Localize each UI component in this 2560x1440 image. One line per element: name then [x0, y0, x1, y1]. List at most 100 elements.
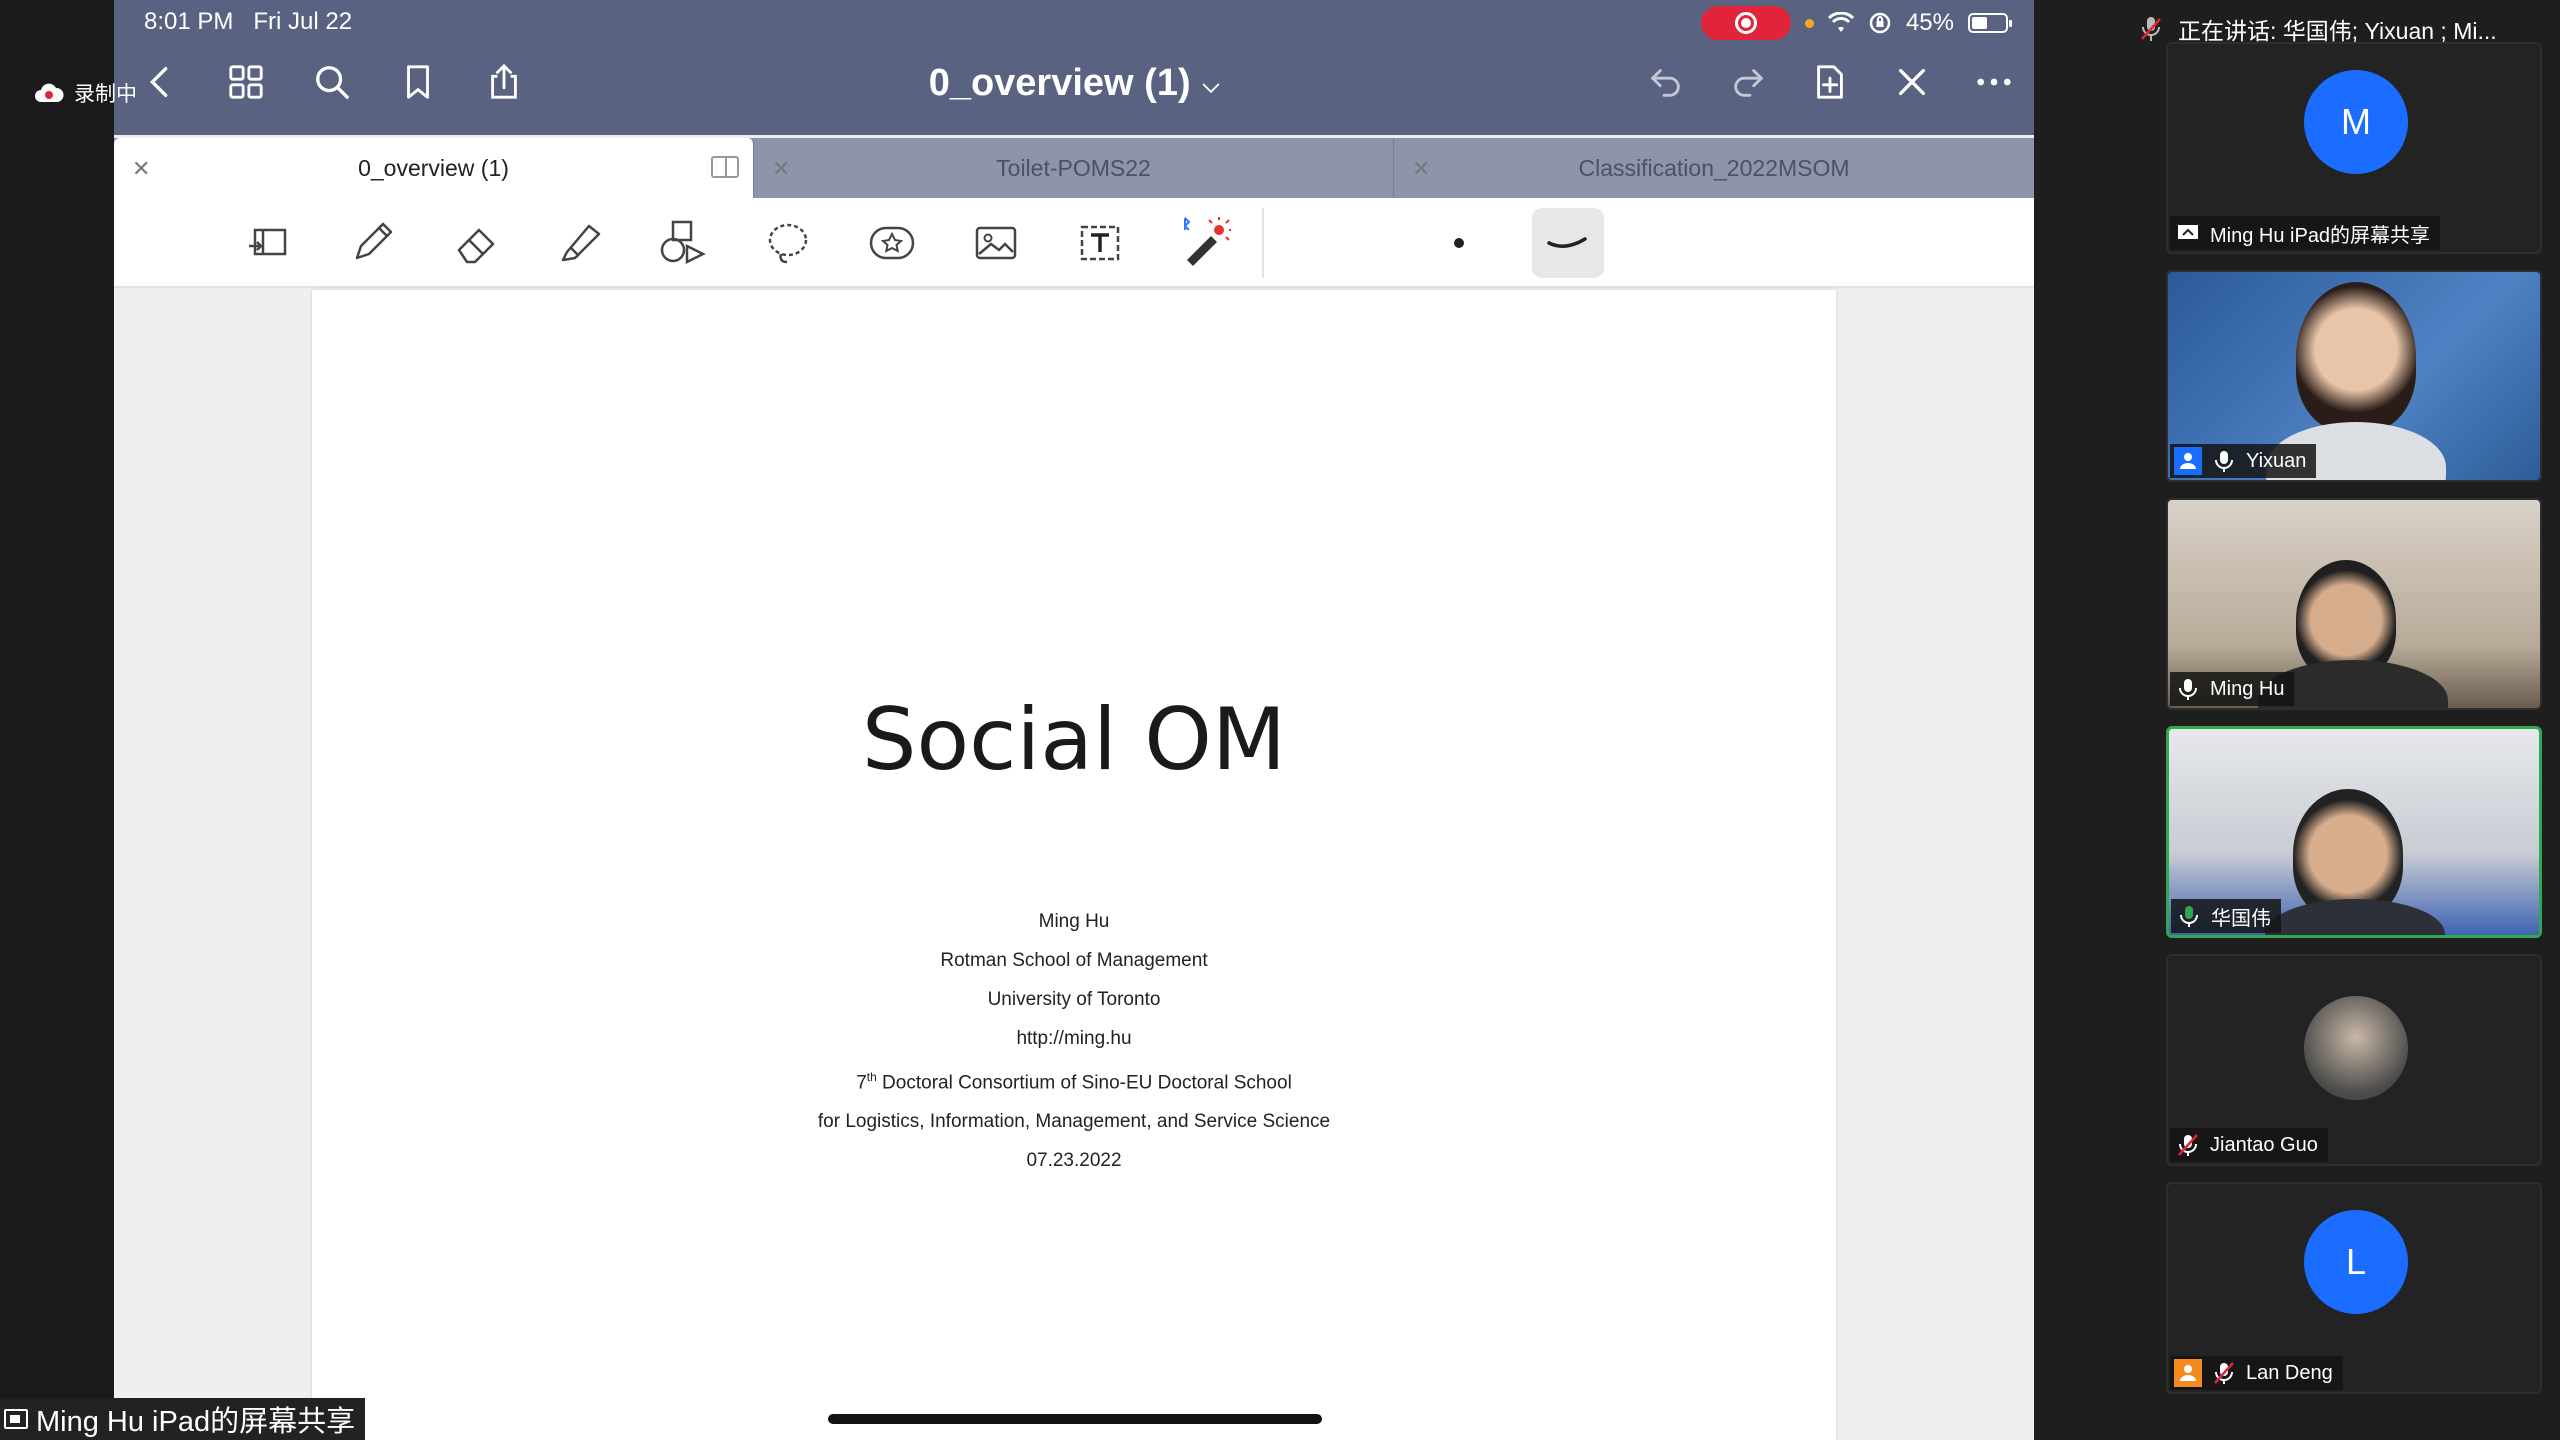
participant-name: Lan Deng [2246, 1361, 2333, 1384]
status-time: 8:01 PM [144, 8, 234, 35]
lasso-icon [768, 223, 808, 264]
close-tools-button[interactable] [1892, 62, 1932, 102]
app-toolbar: 8:01 PM Fri Jul 22 45% 0_overview (1) ⌵ [114, 0, 2034, 135]
participant-tile-jiantao-guo[interactable]: Jiantao Guo [2166, 954, 2542, 1166]
wifi-icon [1827, 12, 1854, 32]
sticker-icon [869, 226, 915, 260]
more-button[interactable] [1974, 62, 2014, 102]
participant-video-body [2265, 899, 2445, 935]
slide-school: Rotman School of Management [940, 950, 1208, 971]
shapes-icon [660, 220, 706, 265]
recording-label: 录制中 [74, 83, 137, 106]
mic-muted-icon [2141, 17, 2161, 41]
screen-share-icon [2174, 219, 2202, 247]
more-icon [1977, 78, 2011, 86]
document-title-text: 0_overview (1) [928, 62, 1191, 104]
home-indicator[interactable] [828, 1414, 1322, 1424]
left-margin [0, 0, 114, 1440]
document-tabs: ✕ 0_overview (1) ✕ Toilet-POMS22 ✕ Class… [114, 138, 2034, 198]
mic-icon [2210, 447, 2238, 475]
participant-name: Ming Hu [2210, 677, 2285, 700]
slide-date: 07.23.2022 [1026, 1150, 1122, 1172]
participant-name-badge: Lan Deng [2170, 1356, 2343, 1390]
participant-tile-ming-hu[interactable]: Ming Hu [2166, 498, 2542, 710]
slide-field: for Logistics, Information, Management, … [817, 1111, 1331, 1133]
participant-name-badge: 华国伟 [2171, 899, 2281, 933]
lasso-tool[interactable] [758, 216, 818, 270]
battery-percent: 45% [1905, 9, 1954, 36]
participant-name: Ming Hu iPad的屏幕共享 [2210, 224, 2431, 247]
consortium-text: Doctoral Consortium of Sino-EU Doctoral … [876, 1072, 1292, 1094]
redo-icon [1734, 69, 1764, 97]
screen-share-label: Ming Hu iPad的屏幕共享 [0, 1398, 366, 1440]
cloud-record-icon [35, 83, 64, 102]
tab-close-icon[interactable]: ✕ [1412, 156, 1430, 182]
slide-title: Social OM [861, 690, 1287, 790]
thin-stroke-option[interactable] [1454, 238, 1464, 248]
laser-pointer-tool[interactable] [1174, 216, 1234, 270]
status-bar-left: 8:01 PM Fri Jul 22 [144, 8, 352, 36]
participant-name: 华国伟 [2211, 907, 2271, 930]
pen-icon [355, 222, 393, 260]
avatar: L [2304, 1210, 2408, 1314]
participant-tile-lan-deng[interactable]: L Lan Deng [2166, 1182, 2542, 1394]
eraser-icon [457, 228, 495, 264]
mic-muted-icon [2210, 1359, 2238, 1387]
mic-muted-icon [2174, 1131, 2202, 1159]
eraser-tool[interactable] [446, 216, 506, 270]
screen-share-text: Ming Hu iPad的屏幕共享 [36, 1406, 356, 1438]
participant-name-badge: Jiantao Guo [2170, 1128, 2328, 1162]
highlighter-tool[interactable] [550, 216, 610, 270]
highlighter-icon [561, 224, 601, 262]
participant-video-person [2296, 282, 2416, 432]
stroke-style-selected[interactable] [1532, 208, 1604, 278]
add-page-icon [1817, 65, 1843, 99]
tab-0-overview[interactable]: ✕ 0_overview (1) [114, 138, 754, 198]
battery-icon [1968, 13, 2012, 33]
avatar: M [2304, 70, 2408, 174]
mic-active-icon [2175, 902, 2203, 930]
tab-label: Classification_2022MSOM [1578, 154, 1850, 181]
recording-badge[interactable]: 录制中 [34, 78, 137, 108]
add-page-button[interactable] [1810, 62, 1850, 102]
consortium-sup: th [866, 1070, 877, 1084]
pen-tool[interactable] [342, 216, 402, 270]
tab-classification[interactable]: ✕ Classification_2022MSOM [1394, 138, 2034, 198]
document-page[interactable]: Social OM Ming Hu Rotman School of Manag… [312, 290, 1836, 1440]
screen-share-icon [4, 1409, 28, 1429]
chevron-down-icon: ⌵ [1202, 71, 1220, 97]
stroke-curve-icon [1547, 237, 1587, 248]
text-tool[interactable] [1070, 216, 1130, 270]
participant-tile-hua-guowei[interactable]: 华国伟 [2166, 726, 2542, 938]
redo-button[interactable] [1728, 62, 1768, 102]
participant-tile-screen-share[interactable]: M Ming Hu iPad的屏幕共享 [2166, 42, 2542, 254]
participant-tile-yixuan[interactable]: Yixuan [2166, 270, 2542, 482]
mic-in-use-dot [1804, 18, 1814, 28]
toolbar-separator [1262, 208, 1264, 278]
speaking-text: 正在讲话: 华国伟; Yixuan ; Mi... [2178, 18, 2497, 44]
ipad-screen-share: 8:01 PM Fri Jul 22 45% 0_overview (1) ⌵ [114, 0, 2034, 1440]
avatar [2304, 996, 2408, 1100]
tab-close-icon[interactable]: ✕ [132, 156, 150, 182]
tab-toilet-poms22[interactable]: ✕ Toilet-POMS22 [754, 138, 1394, 198]
participant-name-badge: Yixuan [2170, 444, 2317, 478]
tab-close-icon[interactable]: ✕ [772, 156, 790, 182]
elements-tool[interactable] [862, 216, 922, 270]
slide-university: University of Toronto [987, 989, 1161, 1010]
read-mode-icon [249, 228, 287, 256]
speaking-indicator: 正在讲话: 华国伟; Yixuan ; Mi... [2140, 12, 2497, 46]
host-icon [2174, 447, 2202, 475]
slide-url: http://ming.hu [1016, 1028, 1132, 1049]
participant-name-badge: Ming Hu [2170, 672, 2295, 706]
read-mode-tool[interactable] [240, 216, 300, 270]
drawing-toolbar [114, 198, 2034, 288]
screen-record-indicator[interactable] [1700, 6, 1791, 40]
undo-button[interactable] [1646, 62, 1686, 102]
shapes-tool[interactable] [654, 216, 714, 270]
tab-label: 0_overview (1) [358, 154, 509, 181]
image-tool[interactable] [966, 216, 1026, 270]
image-icon [975, 226, 1017, 260]
participant-name: Jiantao Guo [2210, 1133, 2318, 1156]
status-date: Fri Jul 22 [253, 8, 353, 35]
split-view-icon[interactable] [711, 156, 739, 178]
